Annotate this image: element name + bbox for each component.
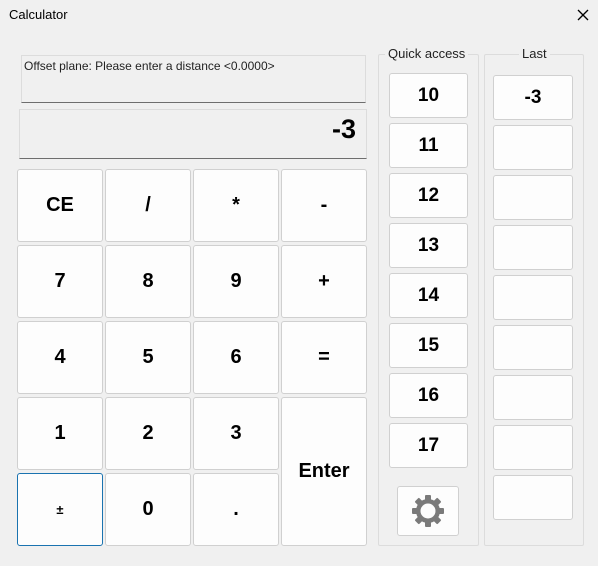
seven-button[interactable]: 7 bbox=[17, 245, 103, 318]
minus-button[interactable]: - bbox=[281, 169, 367, 242]
last-value-button[interactable] bbox=[493, 325, 573, 370]
multiply-button[interactable]: * bbox=[193, 169, 279, 242]
quick-access-button[interactable]: 11 bbox=[389, 123, 468, 168]
plus-button[interactable]: + bbox=[281, 245, 367, 318]
close-icon bbox=[577, 9, 589, 21]
quick-access-button[interactable]: 13 bbox=[389, 223, 468, 268]
display-value: -3 bbox=[331, 114, 356, 144]
nine-button[interactable]: 9 bbox=[193, 245, 279, 318]
prompt-field: Offset plane: Please enter a distance <0… bbox=[21, 55, 366, 103]
window-title: Calculator bbox=[9, 7, 68, 22]
decimal-button[interactable]: . bbox=[193, 473, 279, 546]
last-value-button[interactable] bbox=[493, 275, 573, 320]
last-value-button[interactable] bbox=[493, 375, 573, 420]
last-value-button[interactable] bbox=[493, 125, 573, 170]
equals-button[interactable]: = bbox=[281, 321, 367, 394]
title-bar: Calculator bbox=[0, 0, 598, 30]
quick-access-button[interactable]: 10 bbox=[389, 73, 468, 118]
quick-access-button[interactable]: 14 bbox=[389, 273, 468, 318]
last-label: Last bbox=[519, 46, 550, 61]
three-button[interactable]: 3 bbox=[193, 397, 279, 470]
eight-button[interactable]: 8 bbox=[105, 245, 191, 318]
display-field[interactable]: -3 bbox=[19, 109, 367, 159]
one-button[interactable]: 1 bbox=[17, 397, 103, 470]
settings-button[interactable] bbox=[397, 486, 459, 536]
ce-button[interactable]: CE bbox=[17, 169, 103, 242]
two-button[interactable]: 2 bbox=[105, 397, 191, 470]
quick-access-button[interactable]: 16 bbox=[389, 373, 468, 418]
last-value-button[interactable] bbox=[493, 225, 573, 270]
quick-access-button[interactable]: 15 bbox=[389, 323, 468, 368]
last-value-button[interactable] bbox=[493, 175, 573, 220]
close-button[interactable] bbox=[568, 0, 598, 30]
four-button[interactable]: 4 bbox=[17, 321, 103, 394]
last-value-button[interactable] bbox=[493, 475, 573, 520]
gear-icon bbox=[412, 495, 444, 527]
enter-button[interactable]: Enter bbox=[281, 397, 367, 546]
last-value-button[interactable]: -3 bbox=[493, 75, 573, 120]
zero-button[interactable]: 0 bbox=[105, 473, 191, 546]
last-value-button[interactable] bbox=[493, 425, 573, 470]
quick-access-button[interactable]: 17 bbox=[389, 423, 468, 468]
prompt-text: Offset plane: Please enter a distance <0… bbox=[24, 59, 275, 73]
quick-access-label: Quick access bbox=[385, 46, 469, 61]
plus-minus-button[interactable]: ± bbox=[17, 473, 103, 546]
quick-access-button[interactable]: 12 bbox=[389, 173, 468, 218]
six-button[interactable]: 6 bbox=[193, 321, 279, 394]
divide-button[interactable]: / bbox=[105, 169, 191, 242]
five-button[interactable]: 5 bbox=[105, 321, 191, 394]
